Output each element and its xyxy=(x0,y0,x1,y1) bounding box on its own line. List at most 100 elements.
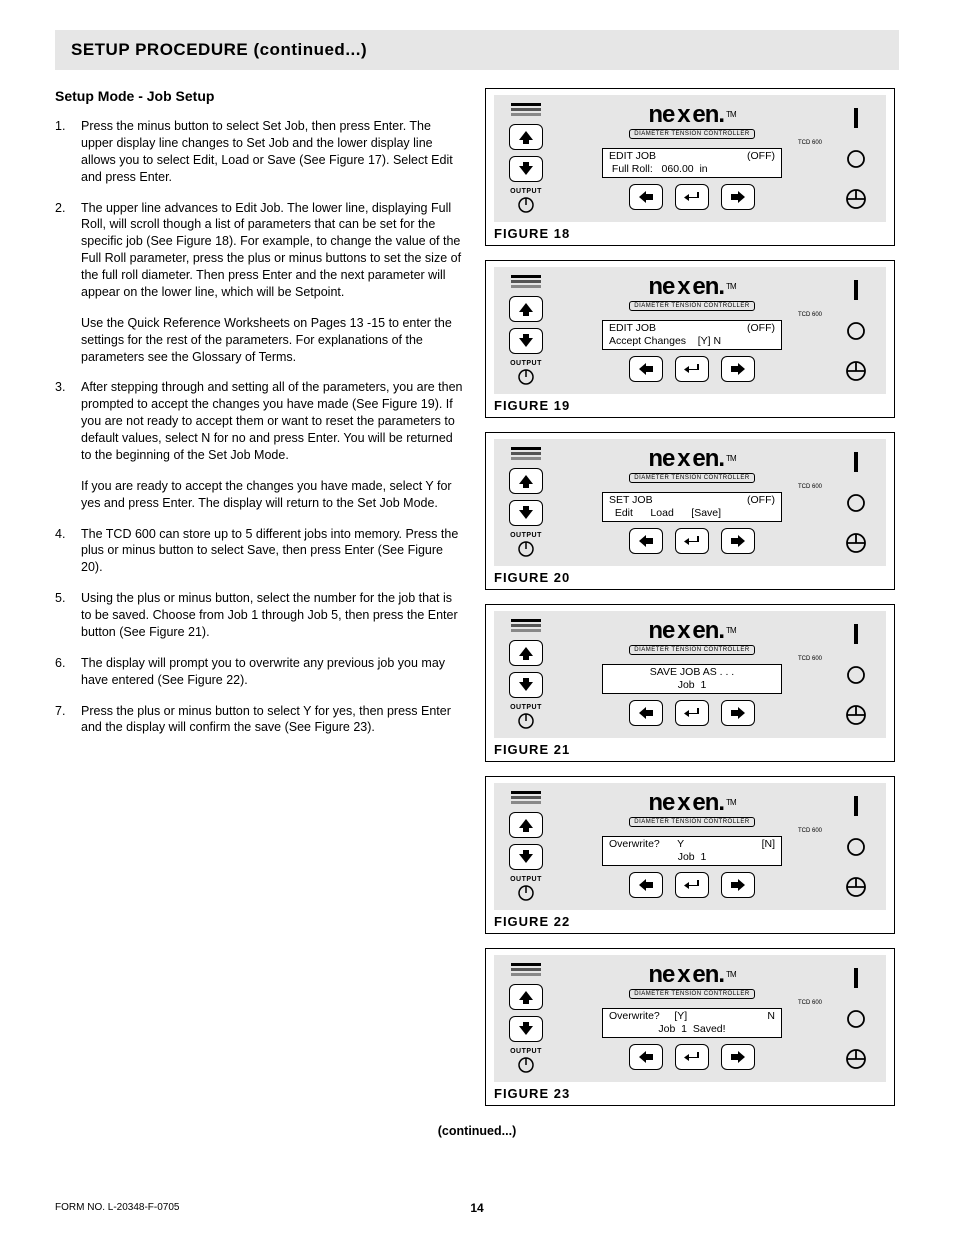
right-button[interactable] xyxy=(721,528,755,554)
device-panel: OUTPUTnexen.TMDIAMETER TENSION CONTROLLE… xyxy=(494,267,886,394)
circle-indicator-icon xyxy=(843,1006,869,1032)
step-text: The display will prompt you to overwrite… xyxy=(81,655,465,689)
plus-up-button[interactable] xyxy=(509,468,543,494)
figure: OUTPUTnexen.TMDIAMETER TENSION CONTROLLE… xyxy=(485,260,895,418)
output-indicator: OUTPUT xyxy=(510,532,542,558)
footer: FORM NO. L-20348-F-0705 14 xyxy=(55,1202,899,1213)
enter-button[interactable] xyxy=(675,528,709,554)
cross-circle-icon xyxy=(843,702,869,728)
bar-indicator-icon xyxy=(843,277,869,303)
minus-down-button[interactable] xyxy=(509,500,543,526)
signal-bars-icon xyxy=(511,447,541,460)
step-text: Press the minus button to select Set Job… xyxy=(81,118,465,186)
bar-indicator-icon xyxy=(843,105,869,131)
minus-down-button[interactable] xyxy=(509,1016,543,1042)
device-panel: OUTPUTnexen.TMDIAMETER TENSION CONTROLLE… xyxy=(494,95,886,222)
step-number: 3. xyxy=(55,379,81,511)
left-button[interactable] xyxy=(629,184,663,210)
step-item: 1.Press the minus button to select Set J… xyxy=(55,118,465,186)
enter-button[interactable] xyxy=(675,356,709,382)
step-text: The upper line advances to Edit Job. The… xyxy=(81,200,465,366)
form-number: FORM NO. L-20348-F-0705 xyxy=(55,1202,180,1213)
right-button[interactable] xyxy=(721,872,755,898)
step-item: 6.The display will prompt you to overwri… xyxy=(55,655,465,689)
signal-bars-icon xyxy=(511,791,541,804)
figure: OUTPUT nexen.TM DIAMETER TENSION CONTROLLE… xyxy=(485,432,895,590)
step-text: The TCD 600 can store up to 5 different … xyxy=(81,526,465,577)
subbrand-label: DIAMETER TENSION CONTROLLER xyxy=(629,989,754,999)
subbrand-label: DIAMETER TENSION CONTROLLER xyxy=(629,473,754,483)
minus-down-button[interactable] xyxy=(509,844,543,870)
enter-button[interactable] xyxy=(675,1044,709,1070)
lcd-screen: Overwrite? [Y]NJob 1 Saved! xyxy=(602,1008,782,1038)
lcd-screen: EDIT JOB(OFF)Accept Changes [Y] N xyxy=(602,320,782,350)
minus-down-button[interactable] xyxy=(509,328,543,354)
subbrand-label: DIAMETER TENSION CONTROLLER xyxy=(629,301,754,311)
plus-up-button[interactable] xyxy=(509,124,543,150)
output-indicator: OUTPUT xyxy=(510,360,542,386)
step-item: 7.Press the plus or minus button to sele… xyxy=(55,703,465,737)
figure-label: FIGURE 19 xyxy=(494,398,886,413)
figure: OUTPUTnexen.TMDIAMETER TENSION CONTROLLE… xyxy=(485,948,895,1106)
left-button[interactable] xyxy=(629,528,663,554)
step-item: 2.The upper line advances to Edit Job. T… xyxy=(55,200,465,366)
plus-up-button[interactable] xyxy=(509,640,543,666)
left-button[interactable] xyxy=(629,356,663,382)
bar-indicator-icon xyxy=(843,621,869,647)
figure-label: FIGURE 22 xyxy=(494,914,886,929)
output-indicator: OUTPUT xyxy=(510,1048,542,1074)
model-label: TCD 600 xyxy=(798,1000,822,1006)
section-heading: Setup Mode - Job Setup xyxy=(55,88,465,104)
model-label: TCD 600 xyxy=(798,140,822,146)
step-number: 6. xyxy=(55,655,81,689)
figure: OUTPUTnexen.TMDIAMETER TENSION CONTROLLE… xyxy=(485,604,895,762)
enter-button[interactable] xyxy=(675,872,709,898)
figure: OUTPUTnexen.TMDIAMETER TENSION CONTROLLE… xyxy=(485,88,895,246)
circle-indicator-icon xyxy=(843,490,869,516)
step-item: 3.After stepping through and setting all… xyxy=(55,379,465,511)
power-icon xyxy=(517,1056,535,1074)
lcd-screen: SET JOB(OFF) Edit Load [Save] xyxy=(602,492,782,522)
right-button[interactable] xyxy=(721,700,755,726)
steps-list: 1.Press the minus button to select Set J… xyxy=(55,118,465,736)
minus-down-button[interactable] xyxy=(509,156,543,182)
plus-up-button[interactable] xyxy=(509,812,543,838)
cross-circle-icon xyxy=(843,1046,869,1072)
page-title: SETUP PROCEDURE (continued...) xyxy=(55,30,899,70)
left-button[interactable] xyxy=(629,1044,663,1070)
enter-button[interactable] xyxy=(675,700,709,726)
power-icon xyxy=(517,196,535,214)
bar-indicator-icon xyxy=(843,965,869,991)
plus-up-button[interactable] xyxy=(509,296,543,322)
right-button[interactable] xyxy=(721,356,755,382)
subbrand-label: DIAMETER TENSION CONTROLLER xyxy=(629,645,754,655)
signal-bars-icon xyxy=(511,963,541,976)
figure-label: FIGURE 18 xyxy=(494,226,886,241)
step-item: 4. The TCD 600 can store up to 5 differe… xyxy=(55,526,465,577)
left-button[interactable] xyxy=(629,872,663,898)
minus-down-button[interactable] xyxy=(509,672,543,698)
output-indicator: OUTPUT xyxy=(510,704,542,730)
figure-label: FIGURE 23 xyxy=(494,1086,886,1101)
bar-indicator-icon xyxy=(843,449,869,475)
power-icon xyxy=(517,540,535,558)
bar-indicator-icon xyxy=(843,793,869,819)
output-indicator: OUTPUT xyxy=(510,876,542,902)
brand-logo: nexen.TM xyxy=(648,447,735,471)
signal-bars-icon xyxy=(511,103,541,116)
enter-button[interactable] xyxy=(675,184,709,210)
cross-circle-icon xyxy=(843,358,869,384)
plus-up-button[interactable] xyxy=(509,984,543,1010)
right-button[interactable] xyxy=(721,184,755,210)
power-icon xyxy=(517,368,535,386)
step-number: 7. xyxy=(55,703,81,737)
step-number: 1. xyxy=(55,118,81,186)
device-panel: OUTPUTnexen.TMDIAMETER TENSION CONTROLLE… xyxy=(494,783,886,910)
subbrand-label: DIAMETER TENSION CONTROLLER xyxy=(629,817,754,827)
device-panel: OUTPUT nexen.TM DIAMETER TENSION CONTROLLE… xyxy=(494,439,886,566)
step-item: 5.Using the plus or minus button, select… xyxy=(55,590,465,641)
lcd-screen: SAVE JOB AS . . .Job 1 xyxy=(602,664,782,694)
right-button[interactable] xyxy=(721,1044,755,1070)
continued-label: (continued...) xyxy=(55,1124,899,1138)
left-button[interactable] xyxy=(629,700,663,726)
